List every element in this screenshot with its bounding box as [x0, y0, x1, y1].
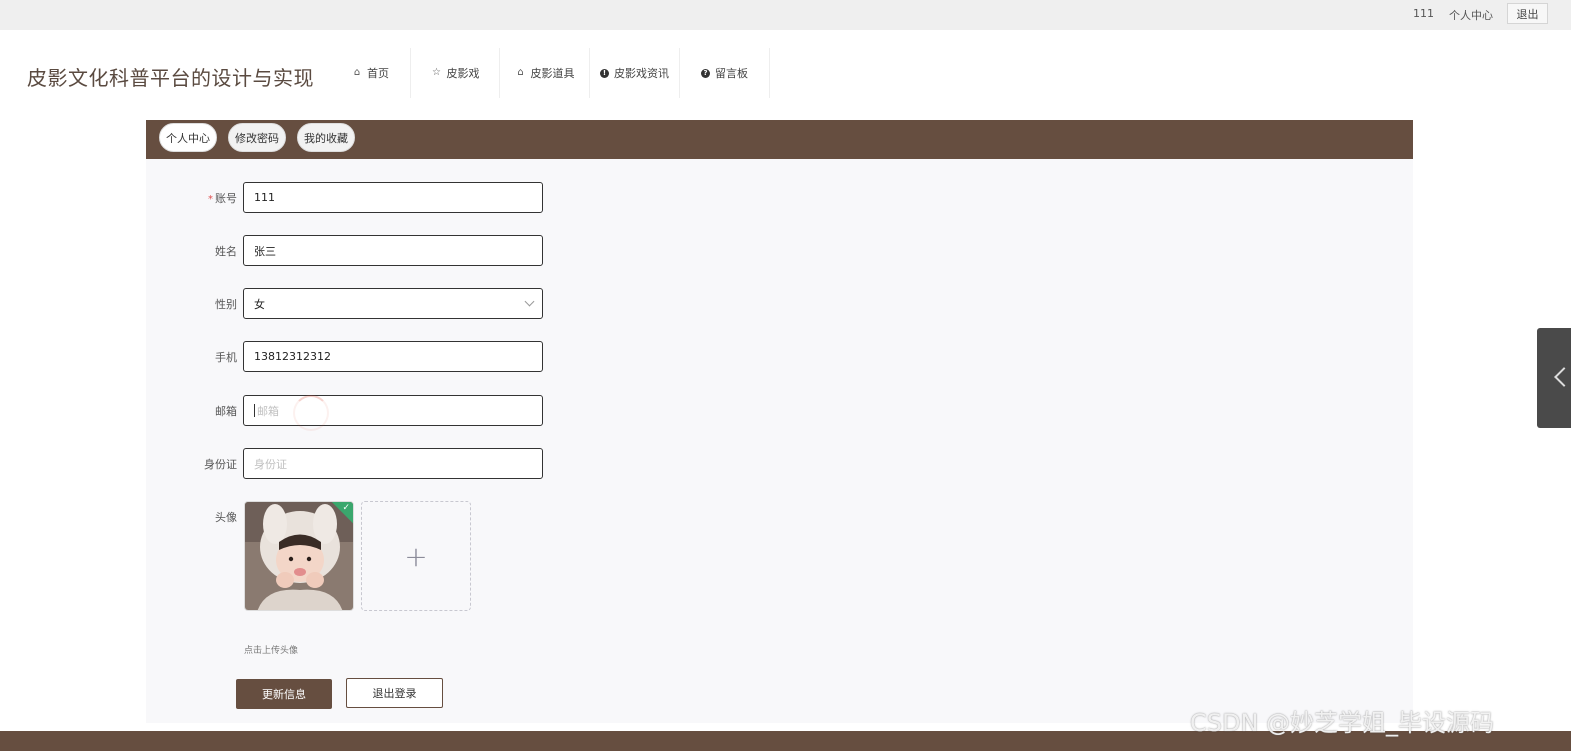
tab-change-password[interactable]: 修改密码 — [228, 123, 286, 152]
avatar-image[interactable]: ✓ — [244, 501, 354, 611]
profile-tab-strip: 个人中心 修改密码 我的收藏 — [146, 120, 1413, 159]
gender-select[interactable]: 女 — [243, 288, 543, 319]
gender-selected-value: 女 — [254, 297, 265, 311]
name-label: 姓名 — [215, 245, 237, 258]
bag-icon: ⌂ — [517, 67, 524, 78]
check-icon: ✓ — [342, 503, 350, 513]
email-label: 邮箱 — [215, 405, 237, 418]
nav-item-label: 皮影戏 — [446, 67, 480, 80]
avatar-upload-button[interactable]: + — [361, 501, 471, 611]
main-nav: ⌂ 首页 ☆ 皮影戏 ⌂ 皮影道具 ! 皮影戏资讯 ? 留言板 — [330, 48, 770, 98]
star-icon: ☆ — [432, 67, 441, 78]
idcard-field[interactable]: 身份证 — [243, 448, 543, 479]
info-icon: ! — [600, 68, 609, 78]
logout-button[interactable]: 退出登录 — [346, 678, 443, 708]
email-placeholder: 邮箱 — [257, 404, 279, 418]
nav-item-label: 皮影道具 — [530, 67, 575, 80]
idcard-label: 身份证 — [204, 458, 237, 471]
nav-item-label: 皮影戏资讯 — [614, 67, 669, 80]
name-field[interactable]: 张三 — [243, 235, 543, 266]
nav-item-news[interactable]: ! 皮影戏资讯 — [590, 48, 680, 98]
nav-item-label: 留言板 — [715, 67, 748, 80]
chevron-down-icon — [524, 296, 535, 307]
account-label-text: 账号 — [215, 192, 237, 205]
chevron-left-icon — [1554, 367, 1571, 387]
idcard-placeholder: 身份证 — [254, 457, 287, 471]
personal-center-link[interactable]: 个人中心 — [1449, 7, 1493, 23]
text-caret — [254, 404, 255, 417]
home-icon: ⌂ — [353, 67, 361, 78]
gender-label: 性别 — [215, 298, 237, 311]
question-icon: ? — [701, 68, 710, 78]
tab-personal-center[interactable]: 个人中心 — [159, 123, 217, 152]
loading-spinner — [293, 395, 329, 431]
phone-label: 手机 — [215, 351, 237, 364]
email-field[interactable]: 邮箱 — [243, 395, 543, 426]
account-field[interactable]: 111 — [243, 182, 543, 213]
avatar-upload-hint: 点击上传头像 — [244, 646, 299, 656]
nav-item-message-board[interactable]: ? 留言板 — [680, 48, 770, 98]
plus-icon: + — [404, 539, 428, 573]
top-logout-button[interactable]: 退出 — [1507, 3, 1548, 24]
side-panel-toggle[interactable] — [1537, 328, 1571, 428]
site-title: 皮影文化科普平台的设计与实现 — [27, 66, 314, 90]
nav-item-label: 首页 — [367, 67, 389, 80]
top-bar: 111 个人中心 退出 — [0, 0, 1571, 30]
avatar-photo — [245, 502, 353, 610]
phone-field[interactable]: 13812312312 — [243, 341, 543, 372]
avatar-label: 头像 — [215, 511, 237, 524]
csdn-watermark: CSDN @妙芝学姐_毕设源码 — [1190, 709, 1495, 737]
account-label: * 账号 — [208, 190, 237, 206]
nav-item-shadow-play[interactable]: ☆ 皮影戏 — [411, 48, 500, 98]
update-info-button[interactable]: 更新信息 — [236, 679, 332, 709]
required-mark: * — [208, 194, 213, 205]
username-text: 111 — [1413, 7, 1434, 20]
nav-item-props[interactable]: ⌂ 皮影道具 — [500, 48, 590, 98]
tab-my-favorites[interactable]: 我的收藏 — [297, 123, 355, 152]
nav-item-home[interactable]: ⌂ 首页 — [330, 48, 411, 98]
